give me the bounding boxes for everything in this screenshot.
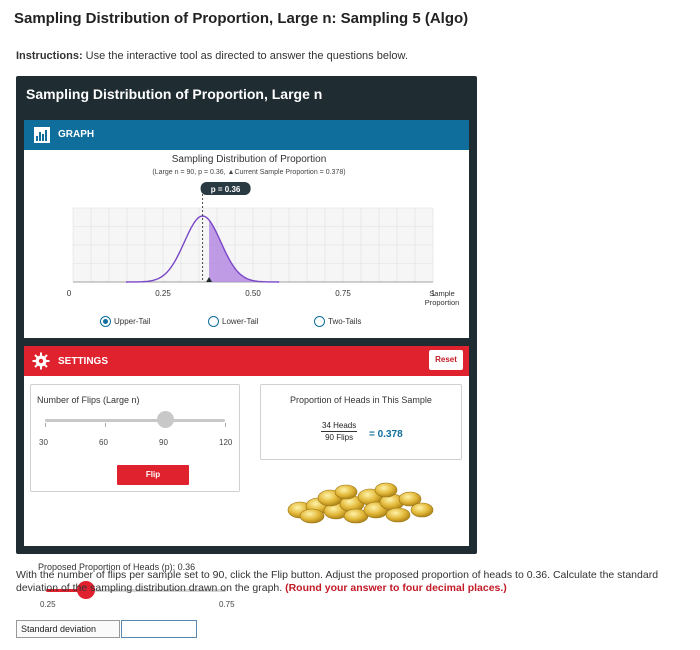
coin-stack <box>287 482 434 524</box>
graph-tab[interactable]: GRAPH <box>24 120 469 150</box>
x-tick-label: 0.75 <box>335 289 351 298</box>
standard-deviation-input[interactable] <box>121 620 197 638</box>
x-tick-label: 0.50 <box>245 289 261 298</box>
gear-icon <box>32 352 50 370</box>
flips-tick-mark <box>45 423 46 427</box>
sampling-distribution-chart: Sampling Distribution of Proportion (Lar… <box>67 154 460 307</box>
upper-tail-option[interactable]: Upper-Tail <box>100 316 150 327</box>
proportion-max-label: 0.75 <box>219 600 235 609</box>
settings-tab[interactable]: SETTINGS Reset <box>24 346 469 376</box>
proportion-min-label: 0.25 <box>40 600 56 609</box>
heads-denominator: 90 Flips <box>325 433 354 442</box>
heads-card: Proportion of Heads in This Sample 34 He… <box>260 384 462 460</box>
lower-tail-option[interactable]: Lower-Tail <box>208 316 258 327</box>
two-tails-option[interactable]: Two-Tails <box>314 316 361 327</box>
lower-tail-radio[interactable] <box>208 316 219 327</box>
x-axis-label: Sample Proportion <box>425 289 460 307</box>
chart-title: Sampling Distribution of Proportion <box>172 154 327 165</box>
x-axis-label-line2: Proportion <box>425 298 460 307</box>
flips-tick-30: 30 <box>39 438 48 447</box>
bar-chart-icon <box>34 127 50 143</box>
flips-tick-120: 120 <box>219 438 233 447</box>
coin-pile-image <box>287 482 434 524</box>
instructions-label: Instructions: <box>16 50 83 62</box>
upper-tail-label: Upper-Tail <box>114 317 151 326</box>
upper-tail-radio[interactable] <box>100 316 111 327</box>
graph-tab-label: GRAPH <box>58 129 95 140</box>
x-axis-label-line1: Sample <box>429 289 454 298</box>
lower-tail-label: Lower-Tail <box>222 317 259 326</box>
flips-slider-thumb[interactable] <box>156 411 174 428</box>
flips-card: Number of Flips (Large n) 30 60 90 120 F… <box>30 384 240 492</box>
two-tails-label: Two-Tails <box>328 317 362 326</box>
mean-badge-label: p = 0.36 <box>211 185 241 194</box>
flips-tick-mark <box>105 423 106 427</box>
heads-result: = 0.378 <box>369 429 403 440</box>
flips-tick-90: 90 <box>159 438 168 447</box>
question-text: With the number of flips per sample set … <box>16 569 692 595</box>
flips-label: Number of Flips (Large n) <box>37 395 140 405</box>
heads-title: Proportion of Heads in This Sample <box>290 395 432 405</box>
two-tails-radio[interactable] <box>314 316 325 327</box>
flips-tick-60: 60 <box>99 438 108 447</box>
graph-panel: GRAPH Sampling Distribution of Proportio… <box>24 120 469 338</box>
interactive-tool: Sampling Distribution of Proportion, Lar… <box>16 76 477 609</box>
settings-tab-label: SETTINGS <box>58 356 109 367</box>
settings-panel: SETTINGS Reset Number of Flips (Large n)… <box>24 346 469 609</box>
instructions-text: Use the interactive tool as directed to … <box>82 50 408 62</box>
x-tick-label: 0.25 <box>155 289 171 298</box>
question-hint: (Round your answer to four decimal place… <box>285 582 507 594</box>
flips-tick-mark <box>225 423 226 427</box>
heads-numerator: 34 Heads <box>321 421 358 432</box>
reset-button[interactable]: Reset <box>429 350 463 370</box>
flip-button[interactable]: Flip <box>117 465 189 485</box>
chart-subtitle: (Large n = 90, p = 0.36, ▲Current Sample… <box>152 169 345 176</box>
tool-title: Sampling Distribution of Proportion, Lar… <box>26 86 323 102</box>
instructions: Instructions: Use the interactive tool a… <box>16 50 408 62</box>
standard-deviation-label: Standard deviation <box>16 620 120 638</box>
x-tick-label: 0 <box>67 289 72 298</box>
heads-fraction: 34 Heads 90 Flips <box>321 421 358 442</box>
page-title: Sampling Distribution of Proportion, Lar… <box>14 10 469 27</box>
flips-slider-track[interactable] <box>45 419 225 422</box>
